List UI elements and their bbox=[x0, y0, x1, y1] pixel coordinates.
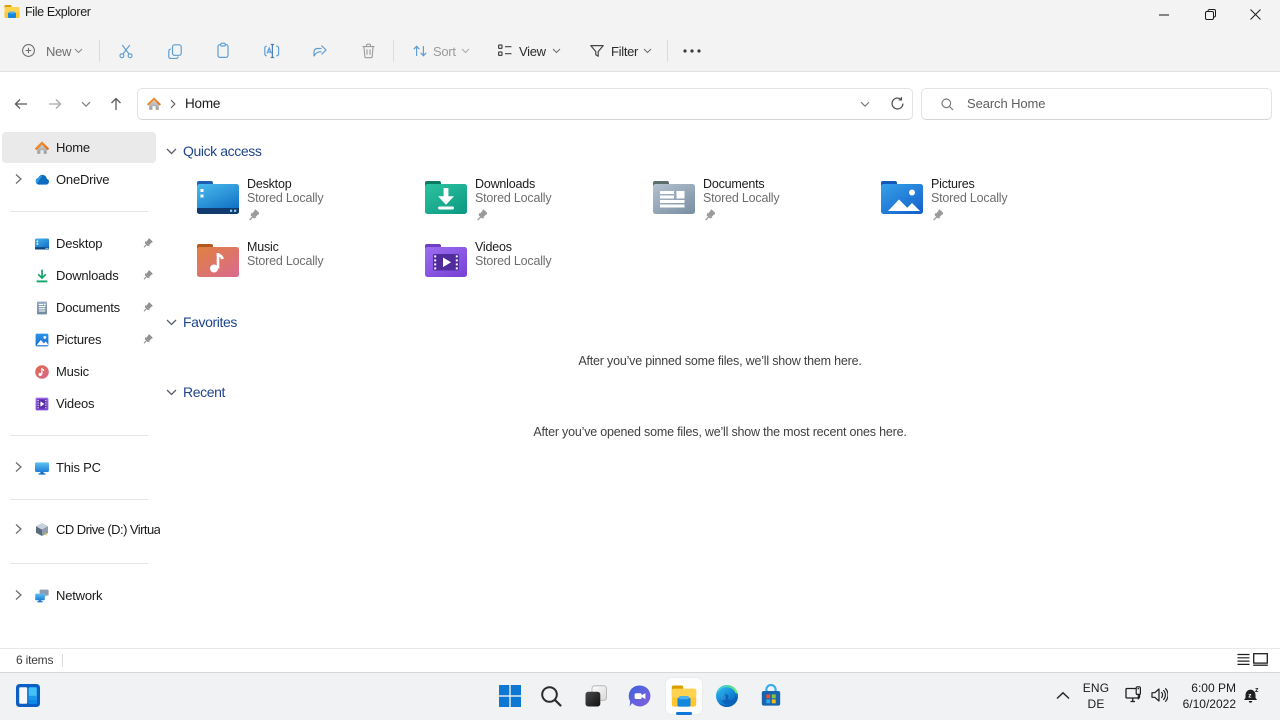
svg-text:z: z bbox=[1255, 687, 1259, 694]
